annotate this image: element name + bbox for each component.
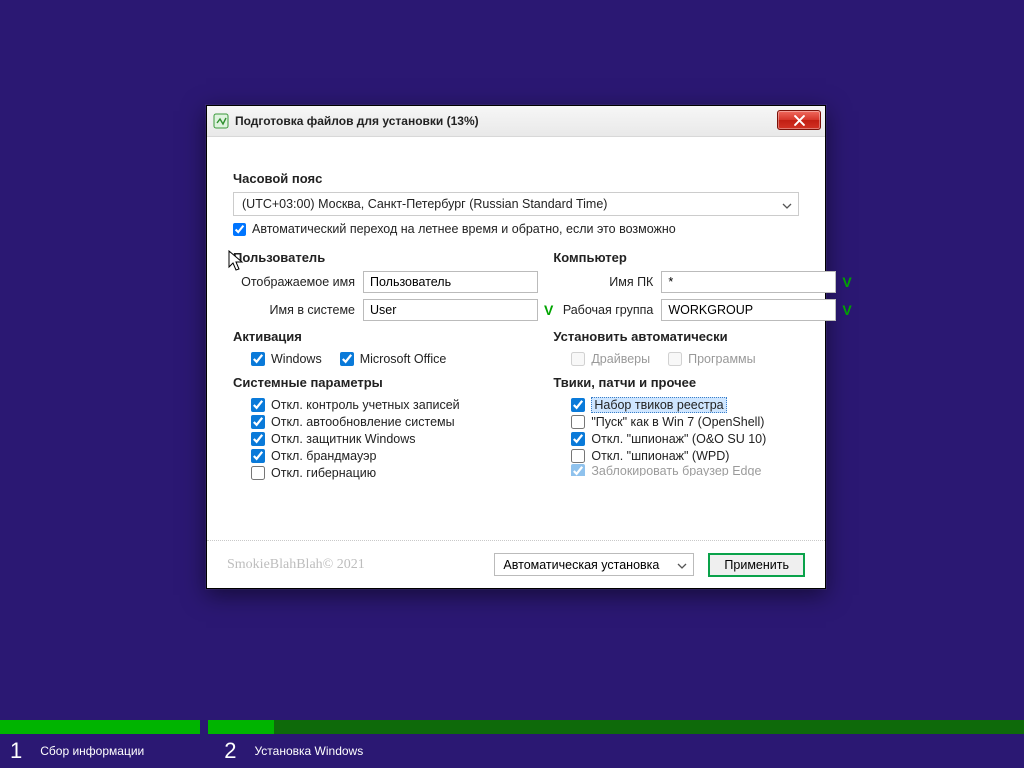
timezone-heading: Часовой пояс [233, 171, 799, 186]
progress-step2-partial [208, 720, 328, 734]
system-name-input[interactable] [363, 299, 538, 321]
window-title: Подготовка файлов для установки (13%) [235, 114, 479, 128]
sysparams-list: Откл. контроль учетных записей Откл. авт… [233, 396, 553, 481]
tweak-checkbox[interactable] [571, 432, 585, 446]
activate-office-checkbox[interactable] [340, 352, 354, 366]
valid-icon: V [842, 302, 851, 318]
autoinstall-programs-checkbox [668, 352, 682, 366]
sysparam-label: Откл. гибернацию [271, 466, 376, 480]
autoinstall-programs-label: Программы [688, 352, 756, 366]
tweak-checkbox[interactable] [571, 398, 585, 412]
progress-step1-done [0, 720, 200, 734]
tweak-checkbox[interactable] [571, 464, 585, 476]
dialog-content: Часовой пояс (UTC+03:00) Москва, Санкт-П… [207, 137, 825, 540]
tweak-checkbox[interactable] [571, 449, 585, 463]
autoinstall-drivers-checkbox [571, 352, 585, 366]
autoinstall-drivers-label: Драйверы [591, 352, 650, 366]
tweaks-heading: Твики, патчи и прочее [553, 375, 851, 390]
display-name-label: Отображаемое имя [233, 275, 363, 289]
tweak-label: Заблокировать браузер Edge [591, 464, 761, 476]
app-icon [213, 113, 229, 129]
activate-windows-checkbox[interactable] [251, 352, 265, 366]
titlebar[interactable]: Подготовка файлов для установки (13%) [207, 106, 825, 137]
install-mode-selected: Автоматическая установка [503, 558, 659, 572]
tweak-label: Набор твиков реестра [591, 398, 726, 412]
sysparams-heading: Системные параметры [233, 375, 553, 390]
install-progress-bar [0, 720, 1024, 734]
sysparam-checkbox[interactable] [251, 449, 265, 463]
sysparam-checkbox[interactable] [251, 432, 265, 446]
install-steps: 1 Сбор информации 2 Установка Windows [0, 734, 1024, 768]
install-mode-select[interactable]: Автоматическая установка [494, 553, 694, 576]
sysparam-label: Откл. автообновление системы [271, 415, 455, 429]
tweaks-list: Набор твиков реестра "Пуск" как в Win 7 … [553, 396, 851, 476]
valid-icon: V [842, 274, 851, 290]
step-label: Установка Windows [254, 744, 363, 758]
autoinstall-heading: Установить автоматически [553, 329, 851, 344]
tweak-label: Откл. "шпионаж" (O&O SU 10) [591, 432, 766, 446]
dst-checkbox[interactable] [233, 223, 246, 236]
tweak-label: Откл. "шпионаж" (WPD) [591, 449, 729, 463]
workgroup-input[interactable] [661, 299, 836, 321]
valid-icon: V [544, 302, 553, 318]
step-label: Сбор информации [40, 744, 144, 758]
step-number: 2 [214, 738, 244, 764]
dst-row: Автоматический переход на летнее время и… [233, 222, 799, 236]
timezone-selected: (UTC+03:00) Москва, Санкт-Петербург (Rus… [242, 197, 607, 211]
step-number: 1 [0, 738, 30, 764]
chevron-down-icon [677, 560, 687, 570]
display-name-input[interactable] [363, 271, 538, 293]
activation-heading: Активация [233, 329, 553, 344]
sysparam-label: Откл. брандмауэр [271, 449, 376, 463]
pc-name-input[interactable] [661, 271, 836, 293]
timezone-select[interactable]: (UTC+03:00) Москва, Санкт-Петербург (Rus… [233, 192, 799, 216]
apply-button[interactable]: Применить [708, 553, 805, 577]
close-button[interactable] [777, 110, 821, 130]
sysparam-label: Откл. защитник Windows [271, 432, 416, 446]
credit-text: SmokieBlahBlah© 2021 [227, 557, 365, 573]
tweak-label: "Пуск" как в Win 7 (OpenShell) [591, 415, 764, 429]
sysparam-checkbox[interactable] [251, 466, 265, 480]
step-1: 1 Сбор информации [0, 738, 144, 764]
computer-heading: Компьютер [553, 250, 851, 265]
activate-windows-label: Windows [271, 352, 322, 366]
activate-office-label: Microsoft Office [360, 352, 447, 366]
chevron-down-icon [782, 200, 792, 210]
step-2: 2 Установка Windows [214, 738, 363, 764]
sysparam-checkbox[interactable] [251, 398, 265, 412]
sysparam-label: Откл. контроль учетных записей [271, 398, 460, 412]
workgroup-label: Рабочая группа [553, 303, 661, 317]
pc-name-label: Имя ПК [553, 275, 661, 289]
sysparam-checkbox[interactable] [251, 415, 265, 429]
tweak-checkbox[interactable] [571, 415, 585, 429]
user-heading: Пользователь [233, 250, 553, 265]
dialog-footer: SmokieBlahBlah© 2021 Автоматическая уста… [207, 540, 825, 588]
installer-dialog: Подготовка файлов для установки (13%) Ча… [206, 105, 826, 589]
system-name-label: Имя в системе [233, 303, 363, 317]
dst-label: Автоматический переход на летнее время и… [252, 222, 676, 236]
